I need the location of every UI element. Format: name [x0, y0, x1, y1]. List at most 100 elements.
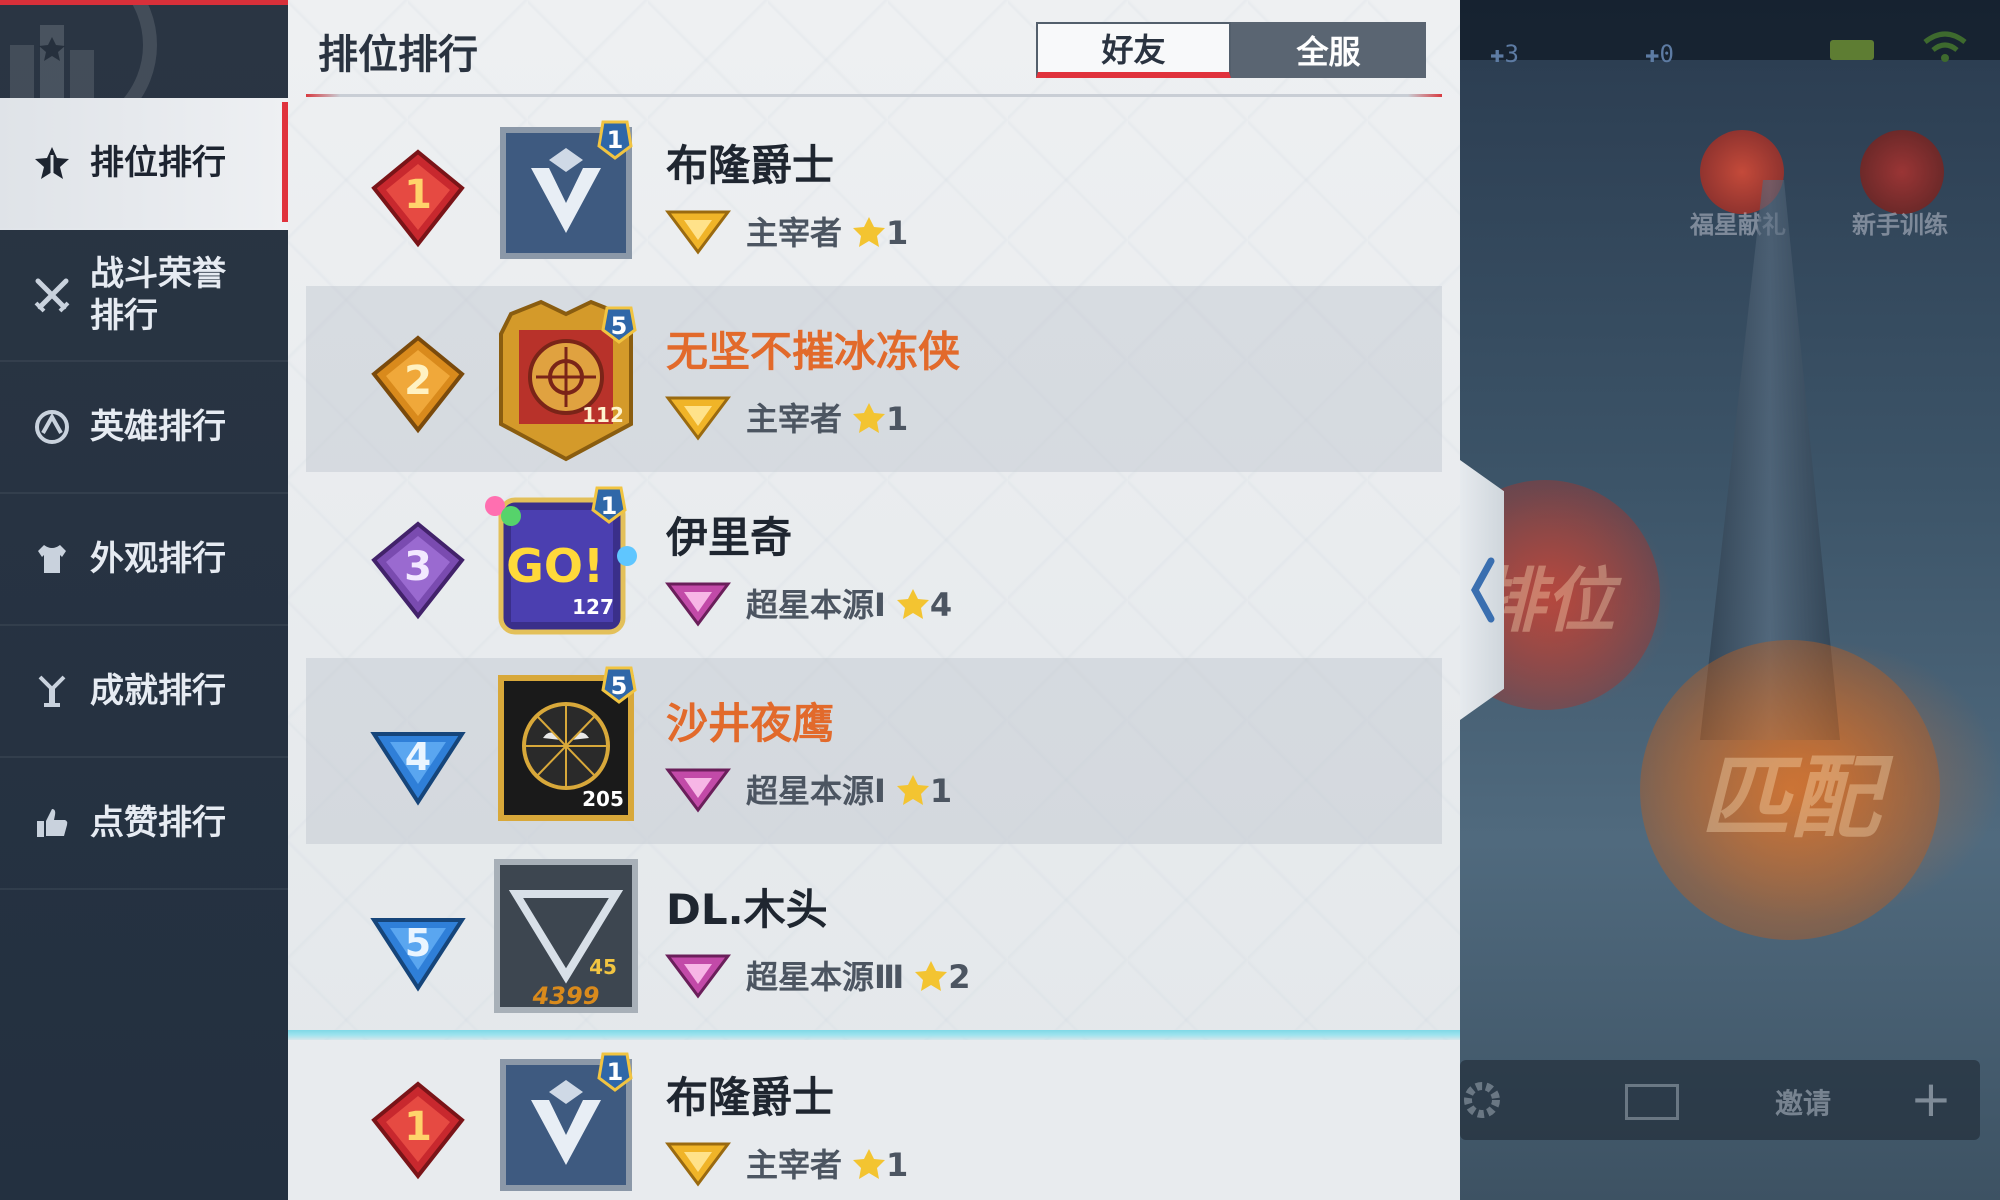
player-name: 沙井夜鹰	[666, 699, 835, 748]
rank-1-badge-icon: 1	[371, 1081, 465, 1180]
add-friend-icon[interactable]: +	[1910, 1070, 1952, 1128]
rank-3-badge-icon: 3	[371, 521, 465, 620]
avatar-level: 112	[582, 403, 624, 427]
crossed-swords-icon	[32, 275, 72, 315]
plus-counter-1: ✚3	[1490, 40, 1519, 68]
chevron-left-icon	[1471, 557, 1495, 623]
avatar-caption: 4399	[532, 982, 600, 1010]
plus-counter-2: ✚0	[1645, 40, 1674, 68]
dominator-tier-icon	[665, 396, 731, 441]
silver-v-avatar-icon: 1	[500, 1052, 633, 1191]
star-rank-icon	[32, 143, 72, 183]
tier-text: 主宰者 1	[746, 1140, 908, 1186]
star-icon	[853, 403, 886, 433]
go-text: GO!	[506, 539, 604, 593]
ranking-logo-icon	[0, 5, 288, 98]
spider-gold-avatar-icon: 205 5	[498, 666, 637, 821]
tier-name: 超星本源Ⅰ	[746, 586, 886, 624]
sidebar-item-likes[interactable]: 点赞排行	[0, 758, 288, 890]
rank-number: 5	[405, 921, 431, 965]
rank-4-badge-icon: 4	[370, 732, 466, 806]
star-count: 1	[929, 772, 953, 810]
star-icon	[853, 1149, 886, 1179]
avatar-badge-number: 5	[611, 312, 628, 340]
avatar-level: 127	[572, 595, 614, 619]
player-avatar[interactable]: 1	[491, 1050, 641, 1200]
sidebar-item-label: 外观排行	[90, 539, 226, 579]
star-icon	[896, 775, 929, 805]
rank-number: 3	[404, 544, 432, 590]
sidebar-item-label: 英雄排行	[90, 407, 226, 447]
star-icon	[915, 961, 948, 991]
thumbs-up-icon	[32, 803, 72, 843]
tier-name: 主宰者	[746, 400, 843, 438]
star-count: 2	[948, 958, 971, 996]
sidebar-item-achievement[interactable]: 成就排行	[0, 626, 288, 758]
player-avatar[interactable]: 112 5	[491, 299, 641, 462]
shirt-icon	[32, 539, 72, 579]
tier-text: 主宰者 1	[746, 208, 908, 254]
rank-2-badge-icon: 2	[371, 335, 465, 434]
tier-name: 超星本源Ⅲ	[746, 958, 905, 996]
mail-icon[interactable]	[1625, 1084, 1679, 1120]
superstar-tier-icon	[665, 582, 731, 627]
ranking-row[interactable]: 4 205 5 沙井夜鹰 超星本源Ⅰ 1	[306, 658, 1442, 844]
top-status-bar	[1460, 0, 2000, 60]
self-ranking-row[interactable]: 1 1 布隆爵士 主宰者 1	[288, 1040, 1460, 1200]
counter-value: 0	[1659, 40, 1674, 68]
tier-text: 主宰者 1	[746, 394, 908, 440]
event-label-training: 新手训练	[1852, 211, 1948, 239]
sidebar-item-label: 成就排行	[90, 671, 226, 711]
ranking-row[interactable]: 2 112 5 无坚不摧冰冻侠 主宰者 1	[306, 286, 1442, 472]
tier-text: 超星本源Ⅰ 4	[746, 580, 952, 626]
invite-label[interactable]: 邀请	[1775, 1082, 1831, 1122]
bottom-action-bar: 邀请 +	[1460, 1060, 1980, 1140]
sidebar-item-battle-honor[interactable]: 战斗荣誉排行	[0, 230, 288, 362]
avatar-badge-number: 5	[611, 672, 628, 700]
avatar-badge-number: 1	[601, 492, 618, 520]
rank-1-badge-icon: 1	[371, 149, 465, 248]
avatar-level: 45	[589, 955, 617, 979]
ranking-row[interactable]: 1 1 布隆爵士 主宰者 1	[306, 100, 1442, 286]
player-avatar[interactable]: 45 4399	[491, 859, 641, 1013]
sidebar-item-appearance[interactable]: 外观排行	[0, 494, 288, 626]
sidebar-item-rank[interactable]: 排位排行	[0, 98, 288, 230]
ranking-row[interactable]: 5 45 4399 DL.木头 超星本源Ⅲ 2	[306, 844, 1442, 1030]
star-icon	[896, 589, 929, 619]
player-avatar[interactable]: 205 5	[491, 666, 641, 826]
ranking-row[interactable]: 3 GO! 127 1 伊里奇 超星本源Ⅰ 4	[306, 472, 1442, 658]
star-count: 1	[886, 1146, 909, 1184]
ranking-category-sidebar: 排位排行 战斗荣誉排行 英雄排行 外观排行 成就排行 点赞排行	[0, 0, 288, 1200]
collapse-panel-button[interactable]	[1460, 460, 1504, 720]
avatar-level: 205	[582, 787, 624, 811]
star-count: 1	[886, 400, 909, 438]
tab-friends[interactable]: 好友	[1036, 22, 1231, 78]
player-name: DL.木头	[666, 885, 828, 934]
match-mode-label: 匹配	[1700, 746, 1880, 851]
tier-name: 超星本源Ⅰ	[746, 772, 886, 810]
title-divider	[306, 94, 1442, 97]
rank-number: 4	[405, 735, 431, 779]
wifi-icon	[1920, 30, 1970, 72]
scope-tab-group: 好友 全服	[1036, 22, 1426, 78]
self-row-content: 1 1 布隆爵士 主宰者 1	[306, 1032, 1442, 1200]
player-name: 无坚不摧冰冻侠	[666, 327, 961, 376]
player-avatar[interactable]: 1	[491, 118, 641, 268]
star-count: 1	[886, 214, 909, 252]
player-name: 布隆爵士	[666, 1073, 835, 1122]
sidebar-item-label: 点赞排行	[90, 803, 226, 843]
match-mode-button[interactable]: 匹配	[1640, 640, 1940, 940]
tab-all-server[interactable]: 全服	[1231, 22, 1426, 78]
settings-gear-icon[interactable]	[1460, 1078, 1504, 1126]
sidebar-item-label: 排位排行	[90, 143, 226, 183]
rank-number: 1	[404, 172, 432, 218]
ironman-helmet-icon[interactable]	[1860, 130, 1944, 214]
trophy-icon	[32, 671, 72, 711]
sidebar-item-hero[interactable]: 英雄排行	[0, 362, 288, 494]
counter-value: 3	[1504, 40, 1519, 68]
player-name: 布隆爵士	[666, 141, 835, 190]
tier-text: 超星本源Ⅰ 1	[746, 766, 952, 812]
player-avatar[interactable]: GO! 127 1	[485, 486, 641, 640]
dominator-tier-icon	[665, 1142, 731, 1187]
star-icon	[853, 217, 886, 247]
